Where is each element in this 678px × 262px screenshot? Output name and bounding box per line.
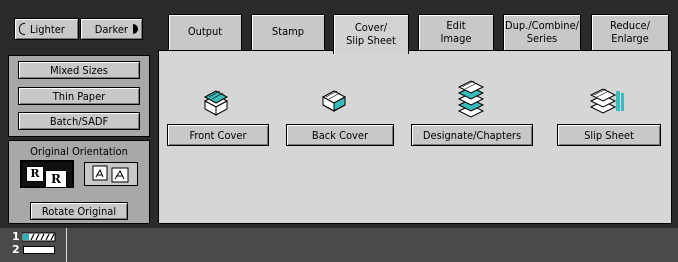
- cover-slip-sheet-content: Front Cover Back Cover Designate/Chapter…: [158, 50, 672, 224]
- readable-page-icon-front: R: [45, 170, 67, 188]
- back-cover-label: Back Cover: [311, 128, 369, 142]
- darker-label: Darker: [94, 22, 128, 36]
- progress-indicator-icon: [21, 232, 56, 241]
- front-cover-icon: [203, 90, 229, 116]
- status-divider: [66, 228, 67, 262]
- half-moon-left-icon: [19, 23, 25, 35]
- tab-edit-label: Edit Image: [440, 18, 472, 45]
- readable-page-icon-back: R: [26, 166, 44, 182]
- status-line-1-number: 1: [12, 230, 20, 243]
- orientation-readable-button[interactable]: R R: [20, 160, 74, 188]
- tab-cover-slip-sheet[interactable]: Cover/ Slip Sheet: [333, 14, 409, 54]
- batch-sadf-button[interactable]: Batch/SADF: [18, 112, 140, 130]
- slip-sheet-label: Slip Sheet: [584, 128, 634, 142]
- tab-reduce-label: Reduce/ Enlarge: [610, 18, 650, 45]
- mixed-sizes-button[interactable]: Mixed Sizes: [18, 61, 140, 79]
- status-line-2-bar: [22, 245, 55, 254]
- tab-output[interactable]: Output: [168, 14, 242, 50]
- back-cover-icon: [321, 90, 347, 112]
- status-bar: 1 2: [0, 228, 678, 262]
- orientation-unreadable-button[interactable]: [84, 162, 138, 186]
- orientation-glyph: R: [30, 167, 40, 180]
- front-cover-label: Front Cover: [189, 128, 247, 142]
- rotated-page-icon: [92, 165, 129, 183]
- tab-output-label: Output: [187, 25, 223, 39]
- back-cover-button[interactable]: Back Cover: [286, 124, 394, 146]
- batch-sadf-label: Batch/SADF: [49, 114, 109, 128]
- tab-edit-image[interactable]: Edit Image: [418, 14, 494, 50]
- designate-chapters-icon: [457, 80, 485, 118]
- lighter-label: Lighter: [30, 22, 65, 36]
- mixed-sizes-label: Mixed Sizes: [50, 63, 108, 77]
- thin-paper-label: Thin Paper: [52, 89, 106, 103]
- status-line-2: 2: [12, 243, 55, 256]
- designate-chapters-label: Designate/Chapters: [422, 128, 522, 142]
- front-cover-button[interactable]: Front Cover: [167, 124, 269, 146]
- lighter-button[interactable]: Lighter: [14, 18, 79, 40]
- slip-sheet-button[interactable]: Slip Sheet: [557, 124, 661, 146]
- orientation-glyph: R: [51, 172, 61, 186]
- tab-dup-combine-series[interactable]: Dup./Combine/ Series: [503, 14, 581, 50]
- tab-stamp-label: Stamp: [271, 25, 305, 39]
- tab-dup-label: Dup./Combine/ Series: [505, 18, 579, 45]
- status-line-2-number: 2: [12, 243, 20, 256]
- half-moon-right-icon: [133, 24, 138, 34]
- orientation-title: Original Orientation: [30, 145, 128, 158]
- rotate-original-button[interactable]: Rotate Original: [30, 202, 128, 220]
- tab-reduce-enlarge[interactable]: Reduce/ Enlarge: [591, 14, 669, 50]
- rotate-original-label: Rotate Original: [41, 204, 117, 218]
- tab-cover-label: Cover/ Slip Sheet: [346, 20, 396, 47]
- tab-stamp[interactable]: Stamp: [251, 14, 325, 50]
- darker-button[interactable]: Darker: [80, 18, 143, 40]
- copier-panel: Lighter Darker Mixed Sizes Thin Paper Ba…: [0, 0, 678, 228]
- slip-sheet-icon: [589, 88, 624, 114]
- status-line-1: 1: [12, 230, 56, 243]
- thin-paper-button[interactable]: Thin Paper: [18, 87, 140, 105]
- designate-chapters-button[interactable]: Designate/Chapters: [411, 124, 533, 146]
